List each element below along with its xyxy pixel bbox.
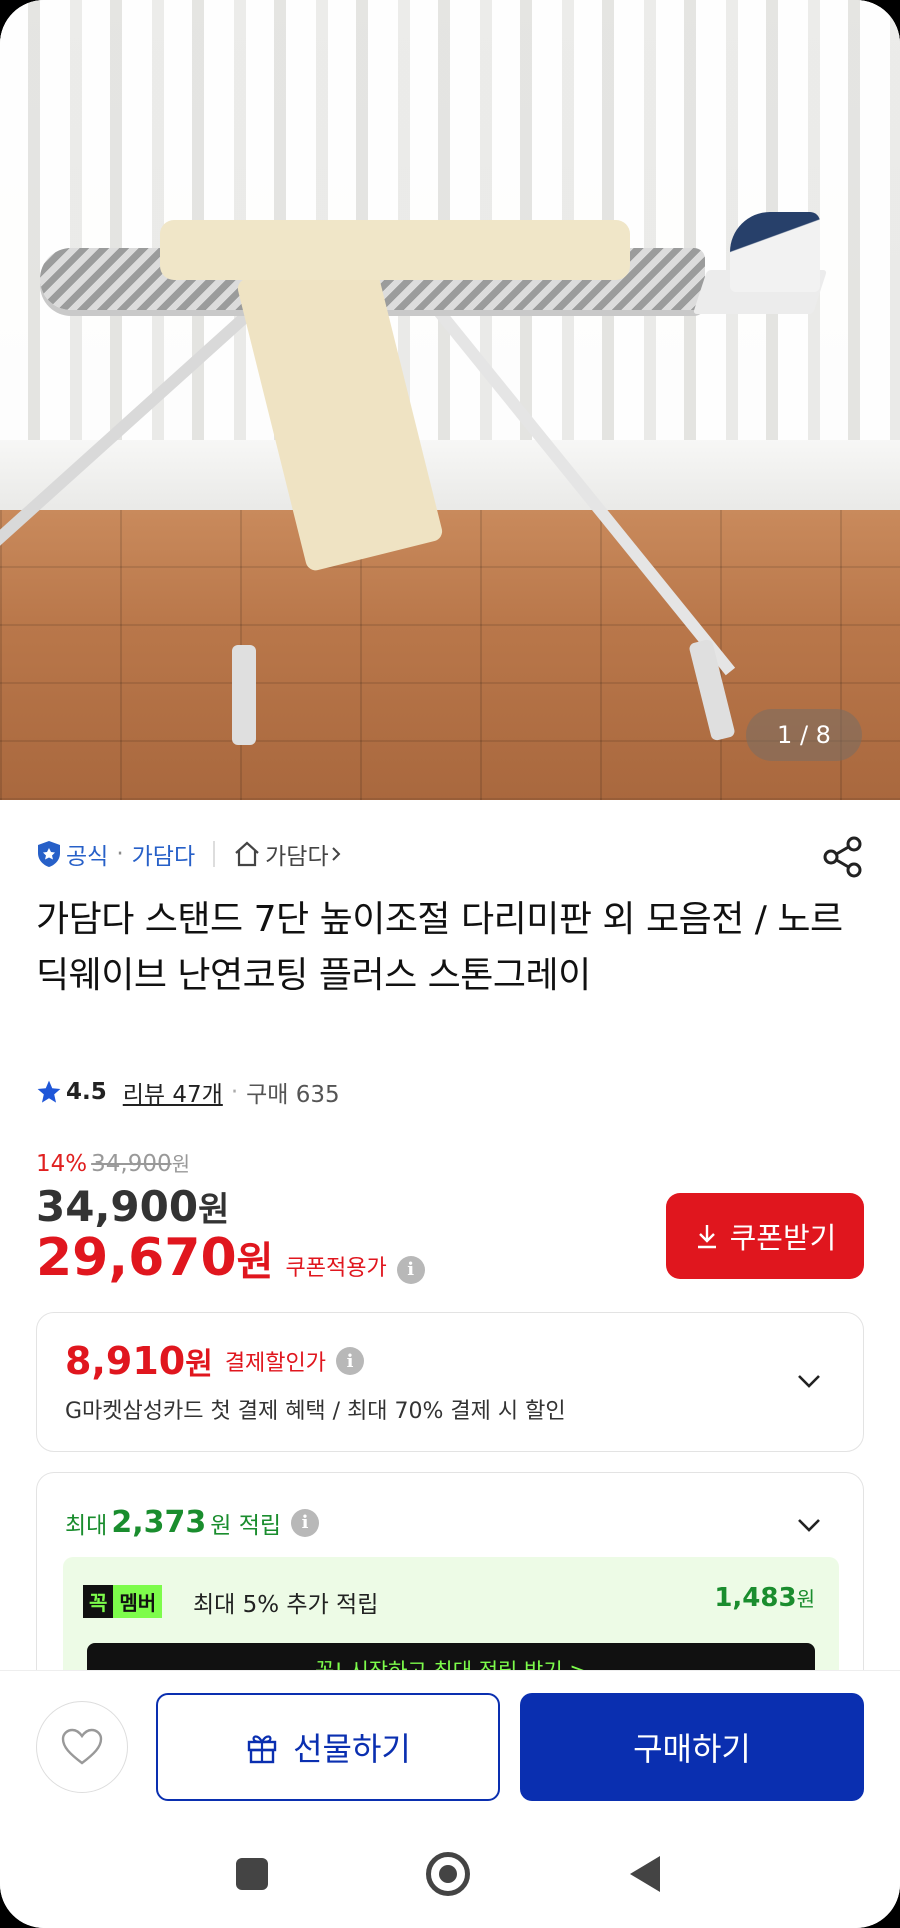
back-icon[interactable]: [630, 1856, 660, 1892]
wishlist-button[interactable]: [36, 1701, 128, 1793]
product-detail-screen: 1 / 8 공식 · 가담다 가담다 가담다 스탠드 7단 높이조절 다리미판 …: [0, 0, 900, 1928]
chevron-down-icon[interactable]: [791, 1363, 827, 1399]
download-icon: [697, 1225, 716, 1249]
purchase-count: 구매 635: [246, 1082, 340, 1108]
discount-percent: 14%: [36, 1151, 88, 1177]
heart-icon: [61, 1728, 103, 1765]
payment-discount-desc: G마켓삼성카드 첫 결제 혜택 / 최대 70% 결제 시 할인: [65, 1399, 566, 1424]
chevron-right-icon: [331, 847, 341, 861]
trousers: [160, 220, 630, 280]
review-link[interactable]: 리뷰 47개: [123, 1075, 223, 1109]
payment-discount-won: 원: [185, 1347, 213, 1382]
sale-price-label: 쿠폰적용가: [285, 1256, 387, 1281]
payment-discount-label: 결제할인가: [224, 1351, 327, 1376]
steam-iron: [730, 212, 820, 292]
payment-discount-price: 8,910 원 결제할인가 i: [65, 1339, 365, 1383]
system-nav-bar: [0, 1818, 900, 1928]
max-points-row: 최대 2,373 원 적립 i: [65, 1505, 320, 1540]
brand-name[interactable]: 가담다: [132, 837, 195, 871]
info-icon[interactable]: i: [396, 1255, 425, 1284]
store-name: 가담다: [265, 844, 329, 870]
gift-button[interactable]: 선물하기: [156, 1693, 500, 1801]
membership-badge-part: 멤버: [113, 1585, 163, 1618]
points-suffix: 원 적립: [210, 1512, 282, 1539]
gift-button-label: 선물하기: [293, 1730, 411, 1768]
recent-apps-icon[interactable]: [236, 1858, 268, 1890]
sale-price-won: 원: [236, 1239, 274, 1285]
gift-icon: [247, 1735, 277, 1764]
store-link[interactable]: 가담다: [233, 837, 346, 871]
bottom-action-bar: 선물하기 구매하기: [0, 1670, 900, 1818]
share-icon[interactable]: [820, 834, 866, 880]
points-amount: 2,373: [111, 1505, 207, 1540]
payment-discount-card[interactable]: 8,910 원 결제할인가 i G마켓삼성카드 첫 결제 혜택 / 최대 70%…: [36, 1312, 864, 1452]
separator-dot: ·: [116, 841, 124, 867]
sale-price: 29,670 원 쿠폰적용가 i: [36, 1228, 425, 1288]
divider: [213, 841, 216, 867]
window-sill: [0, 440, 900, 512]
points-prefix: 최대: [65, 1512, 108, 1539]
original-price-won: 원: [198, 1190, 230, 1230]
discount-original-price: 34,900: [91, 1151, 172, 1177]
original-price-value: 34,900: [36, 1182, 199, 1231]
product-image-gallery[interactable]: 1 / 8: [0, 0, 900, 800]
payment-discount-amount: 8,910: [65, 1339, 186, 1383]
membership-points-value: 1,483: [714, 1583, 797, 1613]
home-icon: [235, 841, 259, 867]
membership-badge-part: 꼭: [83, 1585, 114, 1618]
discount-row: 14% 34,900 원: [36, 1148, 190, 1177]
coupon-button-label: 쿠폰받기: [729, 1221, 837, 1255]
buy-button[interactable]: 구매하기: [520, 1693, 864, 1801]
official-badge[interactable]: 공식: [66, 837, 108, 871]
sale-price-value: 29,670: [36, 1228, 237, 1288]
product-title: 가담다 스탠드 7단 높이조절 다리미판 외 모음전 / 노르딕웨이브 난연코팅…: [36, 899, 843, 996]
membership-points-won: 원: [796, 1587, 815, 1611]
home-button-icon[interactable]: [426, 1852, 470, 1896]
separator-dot: ·: [230, 1079, 239, 1105]
info-icon[interactable]: i: [336, 1347, 365, 1375]
image-counter: 1 / 8: [746, 709, 862, 761]
membership-points: 1,483원: [714, 1583, 815, 1613]
chevron-down-icon[interactable]: [791, 1507, 827, 1543]
seller-row: 공식 · 가담다 가담다: [36, 834, 347, 874]
info-icon[interactable]: i: [291, 1508, 320, 1537]
rating-score: 4.5: [66, 1079, 107, 1105]
membership-text: 최대 5% 추가 적립: [193, 1592, 379, 1618]
board-foot: [232, 645, 256, 745]
rating-row: 4.5 리뷰 47개 · 구매 635: [36, 1074, 340, 1110]
original-price: 34,900원: [36, 1182, 229, 1231]
buy-button-label: 구매하기: [633, 1730, 751, 1768]
discount-won: 원: [171, 1152, 191, 1176]
membership-badge: 꼭 멤버: [83, 1585, 163, 1618]
star-icon: [37, 1080, 61, 1103]
get-coupon-button[interactable]: 쿠폰받기: [666, 1193, 864, 1279]
official-shield-icon: [38, 841, 60, 867]
